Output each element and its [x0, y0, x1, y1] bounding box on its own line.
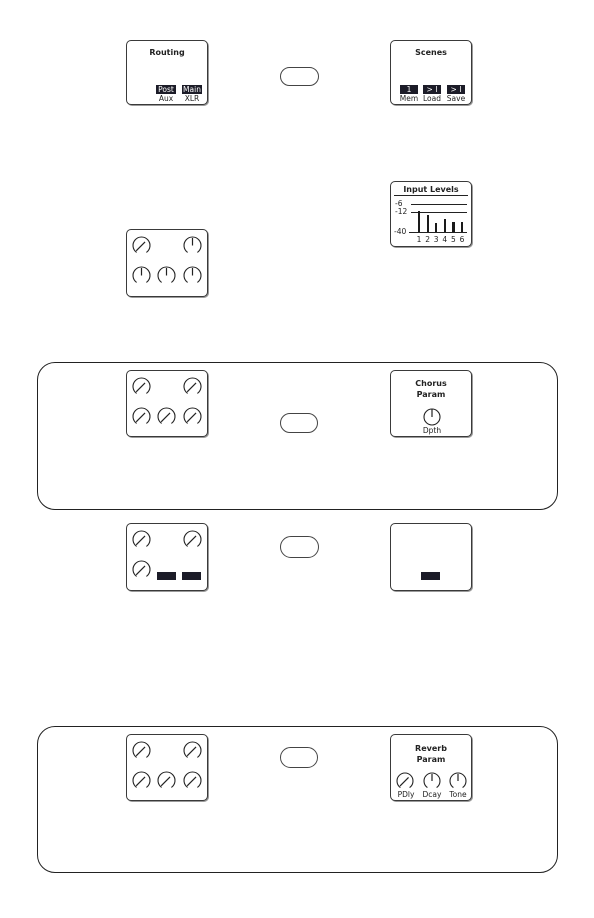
level-bar-ch1	[418, 210, 421, 232]
knob-panel-b	[126, 370, 208, 437]
scenes-title: Scenes	[415, 48, 447, 57]
knob-icon[interactable]	[132, 266, 151, 285]
knob-icon[interactable]	[396, 772, 414, 790]
knob-icon[interactable]	[183, 530, 202, 549]
knob-icon[interactable]	[157, 407, 176, 426]
knob-icon[interactable]	[183, 407, 202, 426]
knob-icon[interactable]	[132, 741, 151, 760]
routing-aux-value[interactable]: Post	[156, 85, 176, 94]
level-bar-ch3	[435, 223, 438, 232]
knob-icon[interactable]	[132, 377, 151, 396]
routing-title: Routing	[149, 48, 185, 57]
chorus-group-box	[37, 362, 558, 510]
select-button-3[interactable]	[280, 536, 319, 558]
level-meters: 123456	[391, 182, 473, 248]
scenes-save-value[interactable]: > I	[447, 85, 465, 94]
select-button-1[interactable]	[280, 67, 319, 86]
knob-icon[interactable]	[132, 530, 151, 549]
reverb-predelay-label: PDly	[397, 790, 415, 799]
reverb-decay-label: Dcay	[422, 790, 442, 799]
scenes-load-label: Load	[423, 94, 441, 103]
channel-label: 6	[459, 235, 465, 244]
knob-icon[interactable]	[183, 741, 202, 760]
chorus-title-line1: Chorus	[415, 379, 447, 388]
scenes-save-label: Save	[446, 94, 466, 103]
routing-display: Routing Post Aux Main XLR	[126, 40, 208, 105]
knob-panel-c	[126, 523, 208, 591]
knob-icon[interactable]	[423, 408, 441, 426]
level-bar-ch6	[461, 221, 464, 232]
select-button-4[interactable]	[280, 747, 318, 768]
scenes-mem-label: Mem	[399, 94, 419, 103]
select-button-2[interactable]	[280, 413, 318, 433]
reverb-tone-label: Tone	[449, 790, 467, 799]
routing-aux-label: Aux	[158, 94, 174, 103]
channel-label: 2	[425, 235, 430, 244]
knob-icon[interactable]	[423, 772, 441, 790]
chorus-title-line2: Param	[416, 390, 446, 399]
scenes-load-value[interactable]: > I	[423, 85, 441, 94]
level-bar-ch5	[452, 221, 455, 232]
knob-icon[interactable]	[132, 560, 151, 579]
knob-icon[interactable]	[132, 771, 151, 790]
knob-icon[interactable]	[449, 772, 467, 790]
channel-label: 3	[433, 235, 439, 244]
chorus-param-display: Chorus Param Dpth	[390, 370, 472, 437]
knob-icon[interactable]	[157, 771, 176, 790]
knob-panel-d	[126, 734, 208, 801]
channel-label: 4	[442, 235, 448, 244]
level-bar-ch2	[426, 215, 429, 232]
scenes-display: Scenes 1 Mem > I Load > I Save	[390, 40, 472, 105]
knob-icon[interactable]	[183, 377, 202, 396]
display-block	[421, 572, 440, 580]
channel-label: 5	[451, 235, 456, 244]
routing-xlr-value[interactable]: Main	[182, 85, 202, 94]
knob-panel-a	[126, 229, 208, 297]
knob-icon[interactable]	[132, 407, 151, 426]
knob-icon[interactable]	[183, 266, 202, 285]
knob-icon[interactable]	[157, 266, 176, 285]
blank-display	[390, 523, 472, 591]
display-block	[182, 572, 201, 580]
channel-label: 1	[416, 235, 422, 244]
scenes-mem-value[interactable]: 1	[400, 85, 418, 94]
display-block	[157, 572, 176, 580]
input-levels-display: Input Levels -6 -12 -40 123456	[390, 181, 472, 247]
knob-icon[interactable]	[183, 771, 202, 790]
chorus-depth-label: Dpth	[422, 426, 442, 435]
knob-icon[interactable]	[132, 236, 151, 255]
level-bar-ch4	[443, 218, 446, 232]
knob-icon[interactable]	[183, 236, 202, 255]
routing-xlr-label: XLR	[184, 94, 200, 103]
reverb-param-display: Reverb Param PDly Dcay Tone	[390, 734, 472, 801]
